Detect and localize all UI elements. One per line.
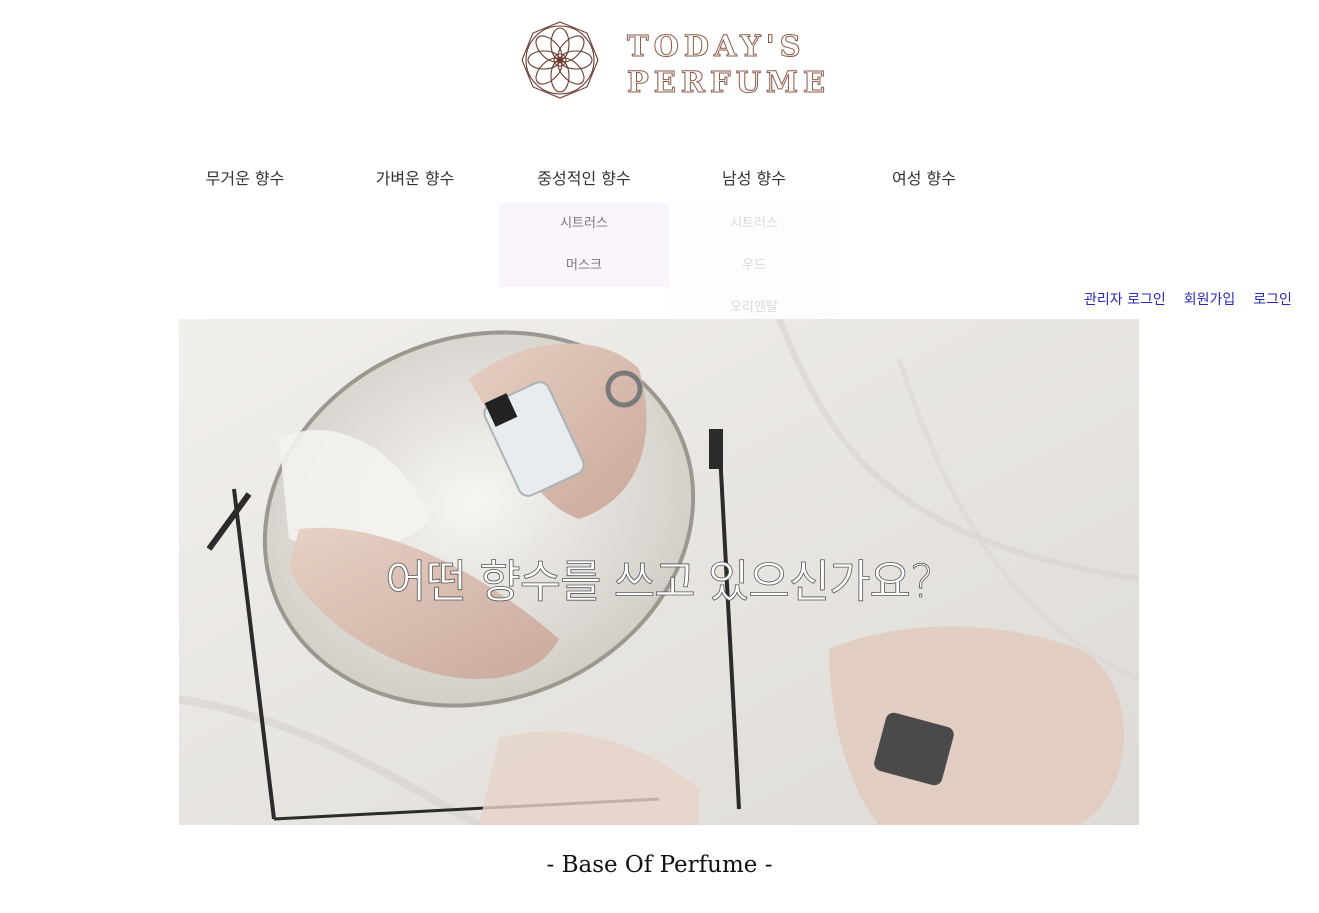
dropdown-item-citrus[interactable]: 시트러스 — [499, 203, 669, 245]
brand-name-line1: TODAY'S — [627, 29, 806, 64]
dropdown-item-wood[interactable]: 우드 — [669, 245, 839, 287]
dropdown-item-musk[interactable]: 머스크 — [499, 245, 669, 287]
brand-name: TODAY'S PERFUME — [626, 28, 831, 100]
brand-name-line2: PERFUME — [626, 65, 831, 100]
admin-login-link[interactable]: 관리자 로그인 — [1084, 292, 1166, 308]
hero-headline: 어떤 향수를 쓰고 있으신가요? — [385, 555, 934, 609]
nav-unisex-perfume[interactable]: 중성적인 향수 — [499, 165, 669, 189]
login-link[interactable]: 로그인 — [1253, 292, 1292, 308]
dropdown-item-citrus[interactable]: 시트러스 — [669, 203, 839, 245]
section-title: - Base Of Perfume - — [546, 852, 773, 878]
nav-men-perfume[interactable]: 남성 향수 — [669, 165, 839, 189]
dropdown-men: 시트러스 우드 오리엔탈 — [669, 203, 839, 329]
hero-banner: 어떤 향수를 쓰고 있으신가요? — [179, 319, 1139, 825]
nav-heavy-perfume[interactable]: 무거운 향수 — [160, 165, 330, 189]
main-nav: 무거운 향수 가벼운 향수 중성적인 향수 남성 향수 여성 향수 — [160, 165, 1160, 195]
site-logo[interactable]: TODAY'S PERFUME — [517, 20, 826, 100]
nav-women-perfume[interactable]: 여성 향수 — [839, 165, 1009, 189]
auth-links: 관리자 로그인 회원가입 로그인 — [1070, 284, 1319, 312]
dropdown-unisex: 시트러스 머스크 — [499, 203, 669, 287]
nav-light-perfume[interactable]: 가벼운 향수 — [330, 165, 500, 189]
signup-link[interactable]: 회원가입 — [1184, 292, 1236, 308]
flower-logo-icon — [521, 21, 599, 99]
